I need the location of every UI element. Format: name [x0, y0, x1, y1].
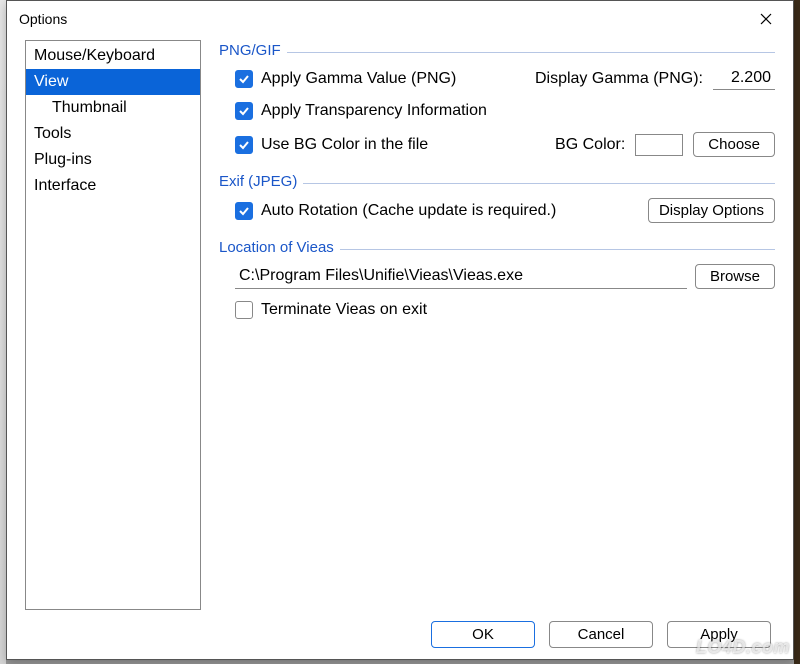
label-use-bg-color: Use BG Color in the file: [261, 136, 428, 154]
background-right-stripe: [794, 0, 800, 664]
sidebar-item-mouse-keyboard[interactable]: Mouse/Keyboard: [26, 43, 200, 69]
group-title-vieas: Location of Vieas: [219, 239, 775, 258]
window-title: Options: [19, 11, 743, 27]
row-apply-gamma: Apply Gamma Value (PNG) Display Gamma (P…: [219, 61, 775, 96]
group-divider: [303, 183, 775, 184]
close-icon: [760, 13, 772, 25]
label-auto-rotation: Auto Rotation (Cache update is required.…: [261, 202, 556, 220]
bg-color-swatch[interactable]: [635, 134, 683, 156]
dialog-footer: OK Cancel Apply: [7, 610, 793, 659]
sidebar-item-plugins[interactable]: Plug-ins: [26, 147, 200, 173]
check-icon: [238, 139, 250, 151]
label-apply-gamma: Apply Gamma Value (PNG): [261, 70, 456, 88]
group-title-text: Location of Vieas: [219, 239, 334, 256]
group-title-text: PNG/GIF: [219, 42, 281, 59]
titlebar: Options: [7, 1, 793, 36]
apply-button[interactable]: Apply: [667, 621, 771, 648]
check-icon: [238, 105, 250, 117]
vieas-path-input[interactable]: [235, 264, 687, 289]
row-terminate-vieas: Terminate Vieas on exit: [219, 295, 775, 325]
choose-button[interactable]: Choose: [693, 132, 775, 157]
settings-content: PNG/GIF Apply Gamma Value (PNG) Display …: [219, 40, 775, 610]
options-dialog: Options Mouse/Keyboard View Thumbnail To…: [6, 0, 794, 660]
row-use-bg-color: Use BG Color in the file BG Color: Choos…: [219, 126, 775, 163]
dialog-body: Mouse/Keyboard View Thumbnail Tools Plug…: [7, 36, 793, 610]
cancel-button[interactable]: Cancel: [549, 621, 653, 648]
group-title-text: Exif (JPEG): [219, 173, 297, 190]
group-divider: [340, 249, 775, 250]
row-auto-rotation: Auto Rotation (Cache update is required.…: [219, 192, 775, 229]
checkbox-terminate-vieas[interactable]: [235, 301, 253, 319]
ok-button[interactable]: OK: [431, 621, 535, 648]
row-vieas-path: Browse: [219, 258, 775, 295]
group-divider: [287, 52, 775, 53]
label-display-gamma: Display Gamma (PNG):: [535, 70, 703, 88]
group-title-exif: Exif (JPEG): [219, 173, 775, 192]
close-button[interactable]: [743, 4, 789, 34]
row-apply-transparency: Apply Transparency Information: [219, 96, 775, 126]
checkbox-apply-gamma[interactable]: [235, 70, 253, 88]
label-apply-transparency: Apply Transparency Information: [261, 102, 487, 120]
checkbox-apply-transparency[interactable]: [235, 102, 253, 120]
label-terminate-vieas: Terminate Vieas on exit: [261, 301, 427, 319]
checkbox-auto-rotation[interactable]: [235, 202, 253, 220]
sidebar-item-thumbnail[interactable]: Thumbnail: [26, 95, 200, 121]
browse-button[interactable]: Browse: [695, 264, 775, 289]
check-icon: [238, 205, 250, 217]
sidebar-item-interface[interactable]: Interface: [26, 173, 200, 199]
group-title-png-gif: PNG/GIF: [219, 42, 775, 61]
check-icon: [238, 73, 250, 85]
sidebar-item-view[interactable]: View: [26, 69, 200, 95]
category-sidebar: Mouse/Keyboard View Thumbnail Tools Plug…: [25, 40, 201, 610]
display-options-button[interactable]: Display Options: [648, 198, 775, 223]
label-bg-color: BG Color:: [555, 136, 625, 154]
input-display-gamma[interactable]: 2.200: [713, 67, 775, 90]
sidebar-item-tools[interactable]: Tools: [26, 121, 200, 147]
checkbox-use-bg-color[interactable]: [235, 136, 253, 154]
